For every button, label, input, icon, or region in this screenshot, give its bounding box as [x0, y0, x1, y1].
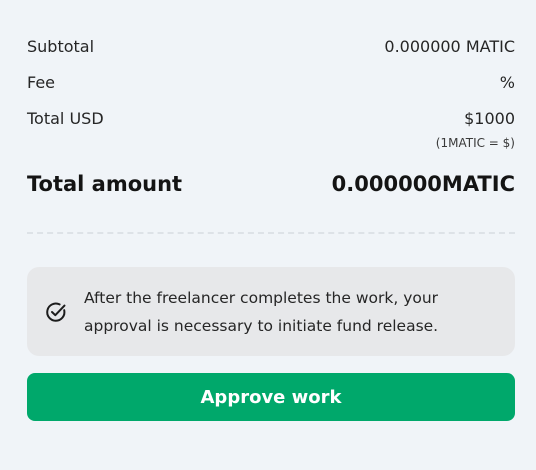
total-usd-value: $1000	[464, 108, 515, 128]
total-usd-label: Total USD	[27, 108, 104, 128]
total-amount-row: Total amount 0.000000MATIC	[27, 168, 515, 200]
fee-row: Fee %	[27, 62, 515, 102]
total-usd-row: Total USD $1000	[27, 102, 515, 134]
subtotal-value: 0.000000 MATIC	[384, 36, 515, 56]
check-circle-icon	[44, 300, 68, 324]
approve-work-button[interactable]: Approve work	[27, 373, 515, 421]
approval-notice: After the freelancer completes the work,…	[27, 267, 515, 356]
total-amount-value: 0.000000MATIC	[331, 172, 515, 196]
total-amount-label: Total amount	[27, 172, 183, 196]
subtotal-row: Subtotal 0.000000 MATIC	[27, 30, 515, 62]
payment-summary: Subtotal 0.000000 MATIC Fee % Total USD …	[27, 30, 515, 152]
fee-label: Fee	[27, 72, 56, 92]
fee-value: %	[499, 72, 515, 92]
dashed-divider	[27, 232, 515, 234]
subtotal-label: Subtotal	[27, 36, 95, 56]
approval-notice-text: After the freelancer completes the work,…	[84, 288, 439, 335]
exchange-rate-note: (1MATIC = $)	[435, 136, 515, 150]
